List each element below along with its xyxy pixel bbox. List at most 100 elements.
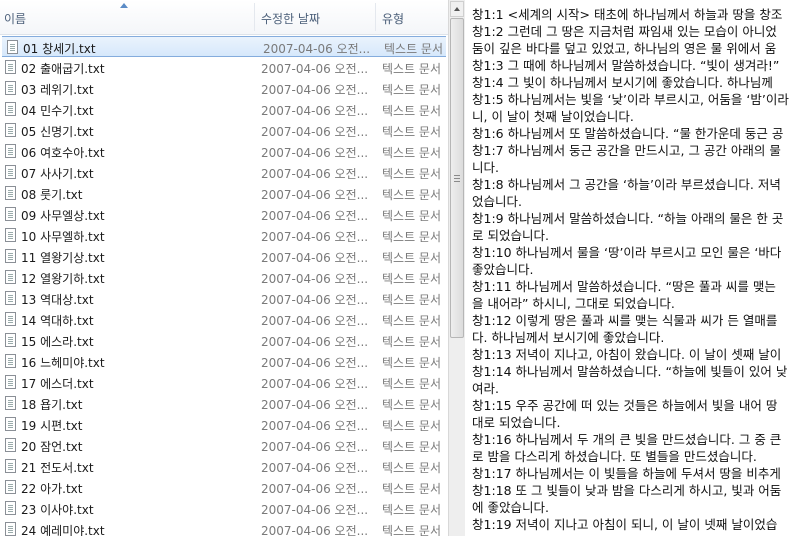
file-modified-date: 2007-04-06 오전... (261, 314, 369, 328)
text-file-icon (5, 522, 16, 536)
file-type: 텍스트 문서 (382, 398, 442, 412)
text-file-icon (5, 186, 16, 200)
file-name: 14 역대하.txt (21, 314, 94, 328)
text-file-icon (5, 438, 16, 452)
file-type: 텍스트 문서 (382, 125, 442, 139)
text-file-icon (5, 123, 16, 137)
file-name: 10 사무엘하.txt (21, 230, 105, 244)
file-row[interactable]: 11 열왕기상.txt 2007-04-06 오전... 텍스트 문서 (0, 246, 448, 267)
preview-text-line: 창1:19 저녁이 지나고 아침이 되니, 이 날이 넷째 날이었습 (472, 517, 778, 532)
file-row[interactable]: 18 욥기.txt 2007-04-06 오전... 텍스트 문서 (0, 393, 448, 414)
text-file-icon (5, 207, 16, 221)
file-modified-date: 2007-04-06 오전... (261, 62, 369, 76)
file-type: 텍스트 문서 (382, 524, 442, 536)
text-file-icon (5, 249, 16, 263)
file-modified-date: 2007-04-06 오전... (261, 293, 369, 307)
file-row[interactable]: 13 역대상.txt 2007-04-06 오전... 텍스트 문서 (0, 288, 448, 309)
file-name: 12 열왕기하.txt (21, 272, 105, 286)
file-name: 04 민수기.txt (21, 104, 94, 118)
file-row[interactable]: 19 시편.txt 2007-04-06 오전... 텍스트 문서 (0, 414, 448, 435)
text-file-icon (5, 501, 16, 515)
file-row[interactable]: 20 잠언.txt 2007-04-06 오전... 텍스트 문서 (0, 435, 448, 456)
text-file-icon (5, 459, 16, 473)
file-row[interactable]: 04 민수기.txt 2007-04-06 오전... 텍스트 문서 (0, 99, 448, 120)
file-modified-date: 2007-04-06 오전... (261, 356, 369, 370)
file-type: 텍스트 문서 (382, 230, 442, 244)
text-file-icon (5, 270, 16, 284)
text-file-icon (5, 333, 16, 347)
file-type: 텍스트 문서 (382, 482, 442, 496)
file-type: 텍스트 문서 (382, 146, 442, 160)
grip-line (454, 178, 460, 179)
file-name: 15 에스라.txt (21, 335, 94, 349)
file-row[interactable]: 21 전도서.txt 2007-04-06 오전... 텍스트 문서 (0, 456, 448, 477)
file-row[interactable]: 17 에스더.txt 2007-04-06 오전... 텍스트 문서 (0, 372, 448, 393)
file-row[interactable]: 01 창세기.txt 2007-04-06 오전... 텍스트 문서 (2, 36, 446, 57)
file-modified-date: 2007-04-06 오전... (261, 335, 369, 349)
file-modified-date: 2007-04-06 오전... (261, 272, 369, 286)
file-row[interactable]: 07 사사기.txt 2007-04-06 오전... 텍스트 문서 (0, 162, 448, 183)
file-type: 텍스트 문서 (382, 314, 442, 328)
text-file-icon (5, 291, 16, 305)
file-name: 08 룻기.txt (21, 188, 83, 202)
grip-line (454, 181, 460, 182)
file-type: 텍스트 문서 (382, 461, 442, 475)
file-row[interactable]: 12 열왕기하.txt 2007-04-06 오전... 텍스트 문서 (0, 267, 448, 288)
file-row[interactable]: 02 출애굽기.txt 2007-04-06 오전... 텍스트 문서 (0, 57, 448, 78)
file-modified-date: 2007-04-06 오전... (261, 230, 369, 244)
file-modified-date: 2007-04-06 오전... (263, 42, 371, 56)
text-file-icon (5, 228, 16, 242)
file-type: 텍스트 문서 (382, 419, 442, 433)
file-name: 19 시편.txt (21, 419, 83, 433)
file-name: 24 예레미야.txt (21, 524, 105, 536)
file-modified-date: 2007-04-06 오전... (261, 251, 369, 265)
file-modified-date: 2007-04-06 오전... (261, 167, 369, 181)
file-name: 01 창세기.txt (23, 42, 96, 56)
file-modified-date: 2007-04-06 오전... (261, 188, 369, 202)
scroll-up-arrow-icon[interactable] (450, 1, 464, 17)
column-type-header[interactable]: 유형 (382, 10, 404, 27)
file-name: 20 잠언.txt (21, 440, 83, 454)
file-modified-date: 2007-04-06 오전... (261, 482, 369, 496)
file-name: 02 출애굽기.txt (21, 62, 105, 76)
file-type: 텍스트 문서 (384, 42, 444, 56)
file-name: 13 역대상.txt (21, 293, 94, 307)
file-name: 06 여호수아.txt (21, 146, 105, 160)
file-row[interactable]: 15 에스라.txt 2007-04-06 오전... 텍스트 문서 (0, 330, 448, 351)
text-file-icon (5, 165, 16, 179)
file-modified-date: 2007-04-06 오전... (261, 524, 369, 536)
text-file-icon (5, 144, 16, 158)
file-row[interactable]: 14 역대하.txt 2007-04-06 오전... 텍스트 문서 (0, 309, 448, 330)
column-modified-header[interactable]: 수정한 날짜 (261, 10, 320, 27)
file-row[interactable]: 08 룻기.txt 2007-04-06 오전... 텍스트 문서 (0, 183, 448, 204)
file-type: 텍스트 문서 (382, 440, 442, 454)
scrollbar-thumb[interactable] (450, 18, 464, 338)
file-type: 텍스트 문서 (382, 209, 442, 223)
file-modified-date: 2007-04-06 오전... (261, 503, 369, 517)
file-type: 텍스트 문서 (382, 293, 442, 307)
file-name: 18 욥기.txt (21, 398, 83, 412)
file-row[interactable]: 06 여호수아.txt 2007-04-06 오전... 텍스트 문서 (0, 141, 448, 162)
file-explorer: 이름 수정한 날짜 유형 01 창세기.txt 2007-04-06 오전... 텍… (0, 0, 448, 536)
file-row[interactable]: 16 느헤미야.txt 2007-04-06 오전... 텍스트 문서 (0, 351, 448, 372)
file-row[interactable]: 10 사무엘하.txt 2007-04-06 오전... 텍스트 문서 (0, 225, 448, 246)
column-divider[interactable] (254, 3, 255, 31)
file-row[interactable]: 09 사무엘상.txt 2007-04-06 오전... 텍스트 문서 (0, 204, 448, 225)
file-name: 07 사사기.txt (21, 167, 94, 181)
column-name-header[interactable]: 이름 (4, 10, 26, 27)
text-file-icon (5, 60, 16, 74)
file-row[interactable]: 03 레위기.txt 2007-04-06 오전... 텍스트 문서 (0, 78, 448, 99)
vertical-scrollbar[interactable] (448, 0, 465, 536)
file-modified-date: 2007-04-06 오전... (261, 377, 369, 391)
file-name: 05 신명기.txt (21, 125, 94, 139)
column-divider[interactable] (375, 3, 376, 31)
text-file-icon (5, 102, 16, 116)
file-row[interactable]: 23 이사야.txt 2007-04-06 오전... 텍스트 문서 (0, 498, 448, 519)
file-row[interactable]: 05 신명기.txt 2007-04-06 오전... 텍스트 문서 (0, 120, 448, 141)
file-modified-date: 2007-04-06 오전... (261, 125, 369, 139)
file-type: 텍스트 문서 (382, 188, 442, 202)
file-row[interactable]: 22 아가.txt 2007-04-06 오전... 텍스트 문서 (0, 477, 448, 498)
file-name: 03 레위기.txt (21, 83, 94, 97)
file-modified-date: 2007-04-06 오전... (261, 83, 369, 97)
file-row[interactable]: 24 예레미야.txt 2007-04-06 오전... 텍스트 문서 (0, 519, 448, 536)
